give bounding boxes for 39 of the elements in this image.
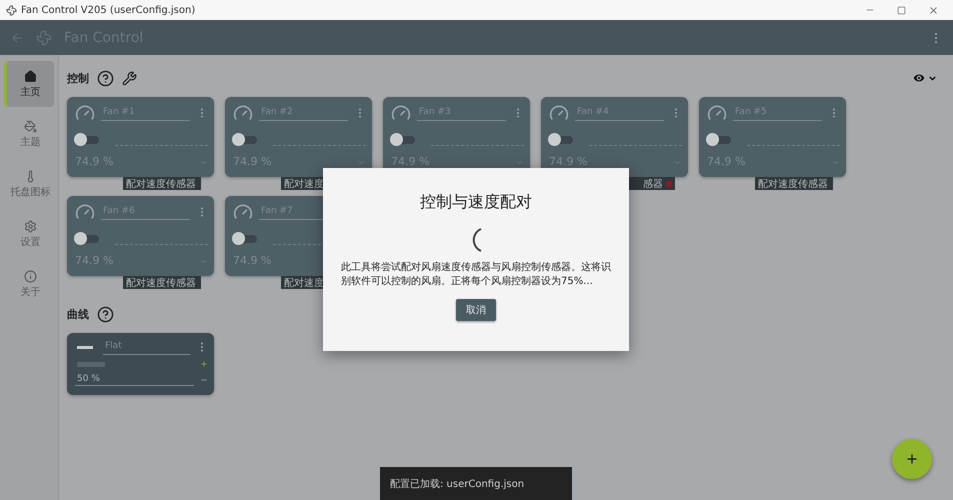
fan-logo-icon xyxy=(6,4,17,16)
faint-label xyxy=(77,362,105,366)
sidebar-item[interactable]: 关于 xyxy=(4,261,54,307)
snackbar: 配置已加载: userConfig.json xyxy=(380,467,572,500)
toggle-switch[interactable] xyxy=(235,234,257,242)
pair-sensor-tag: 配对速度传感器 xyxy=(123,177,201,190)
close-icon[interactable] xyxy=(928,4,939,16)
cancel-button[interactable]: 取消 xyxy=(456,299,496,321)
maximize-icon[interactable] xyxy=(897,6,906,14)
sidebar-item[interactable]: 主页 xyxy=(4,61,54,107)
add-button[interactable] xyxy=(892,439,932,479)
plus-icon xyxy=(905,452,919,466)
sidebar-item[interactable]: 主题 xyxy=(4,111,54,157)
help-icon[interactable] xyxy=(97,306,114,322)
plus-icon[interactable] xyxy=(200,360,208,368)
help-icon[interactable] xyxy=(97,70,114,86)
window-title: Fan Control V205 (userConfig.json) xyxy=(21,4,196,16)
curve-value-field[interactable]: 50 % xyxy=(75,373,194,386)
info-icon xyxy=(24,270,37,282)
toggle-switch[interactable] xyxy=(235,136,257,144)
caret-icon xyxy=(928,74,937,82)
toggle-switch[interactable] xyxy=(77,234,99,242)
section-title: 曲线 xyxy=(67,306,89,322)
fan-logo-icon xyxy=(36,30,52,46)
pair-sensor-tag: 配对速度传感器 xyxy=(755,177,833,190)
sidebar-item[interactable]: 设置 xyxy=(4,211,54,257)
settings-icon xyxy=(24,220,37,232)
wrench-icon[interactable] xyxy=(122,70,137,86)
toggle-switch[interactable] xyxy=(393,136,415,144)
curve-name-field[interactable]: Flat xyxy=(103,339,190,355)
section-title: 控制 xyxy=(67,70,89,86)
home-icon xyxy=(24,70,37,82)
toggle-switch[interactable] xyxy=(709,136,731,144)
pair-sensor-tag: 配对速度传感器 xyxy=(123,276,201,289)
toggle-switch[interactable] xyxy=(77,136,99,144)
paint-bucket-icon xyxy=(24,120,37,132)
toggle-switch[interactable] xyxy=(551,136,573,144)
dialog-title: 控制与速度配对 xyxy=(420,192,532,213)
sidebar-item[interactable]: 托盘图标 xyxy=(4,161,54,207)
